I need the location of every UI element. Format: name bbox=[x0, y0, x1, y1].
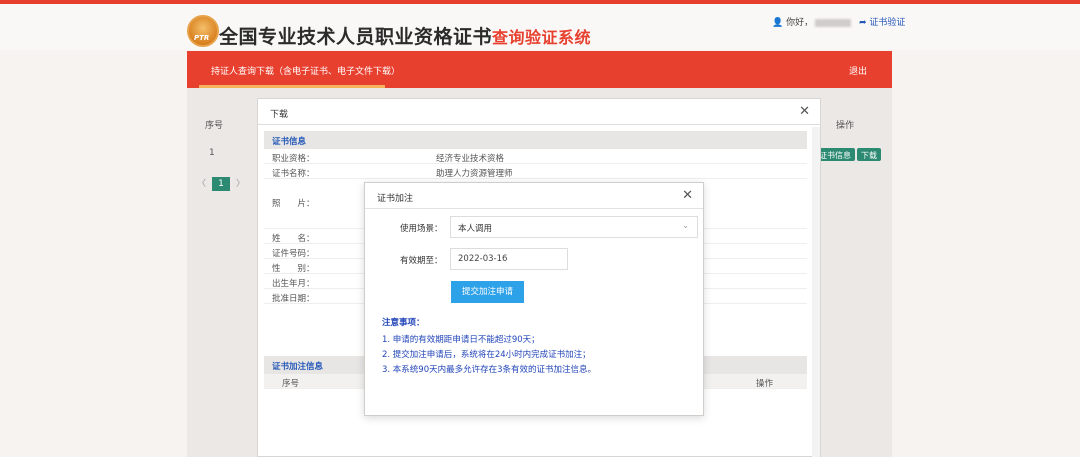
scene-select-value: 本人调用 bbox=[458, 224, 493, 234]
info-label: 证书名称： bbox=[272, 169, 315, 179]
chevron-down-icon: ⌄ bbox=[682, 221, 689, 230]
annot-col-seq: 序号 bbox=[282, 379, 300, 389]
info-label: 职业资格： bbox=[272, 154, 315, 164]
tab-holder-download-label: 持证人查询下载（含电子证书、电子文件下载） bbox=[211, 67, 401, 77]
info-value: 助理人力资源管理师 bbox=[436, 169, 513, 179]
exit-link[interactable]: 退出 bbox=[849, 64, 867, 77]
table-header-op: 操作 bbox=[836, 121, 855, 131]
logo-text: PTR bbox=[194, 34, 210, 42]
pagination: 〈 1 〉 bbox=[197, 176, 245, 191]
info-label: 照 片： bbox=[272, 199, 315, 209]
annot-col-op: 操作 bbox=[756, 379, 774, 389]
pager-next[interactable]: 〉 bbox=[236, 179, 245, 189]
info-label: 证件号码： bbox=[272, 249, 315, 259]
scene-label: 使用场景： bbox=[400, 224, 443, 234]
info-label: 姓 名： bbox=[272, 234, 315, 244]
scene-select[interactable]: 本人调用 ⌄ bbox=[450, 216, 698, 238]
table-cell-seq: 1 bbox=[209, 148, 215, 158]
info-row: 职业资格： 经济专业技术资格 bbox=[264, 149, 807, 164]
note-item: 3. 本系统90天内最多允许存在3条有效的证书加注信息。 bbox=[382, 365, 597, 375]
info-value: 经济专业技术资格 bbox=[436, 154, 505, 164]
info-label: 性 别： bbox=[272, 264, 315, 274]
user-icon: 👤 bbox=[772, 18, 784, 28]
site-title-red: 查询验证系统 bbox=[492, 28, 592, 47]
pager-current-page[interactable]: 1 bbox=[212, 177, 231, 191]
download-dialog-title: 下载 bbox=[270, 110, 289, 120]
username-redacted bbox=[815, 18, 852, 27]
annotation-dialog-header: 证书加注 ✕ bbox=[365, 183, 703, 209]
verify-link-label: 证书验证 bbox=[869, 18, 906, 28]
site-title-main: 全国专业技术人员职业资格证书 bbox=[219, 26, 493, 48]
download-button[interactable]: 下载 bbox=[857, 148, 881, 161]
cert-info-button[interactable]: 证书信息 bbox=[815, 148, 855, 161]
tab-holder-download[interactable]: 持证人查询下载（含电子证书、电子文件下载） bbox=[199, 51, 412, 88]
greeting-text: 你好， bbox=[786, 18, 814, 28]
note-item: 2. 提交加注申请后，系统将在24小时内完成证书加注； bbox=[382, 350, 591, 360]
info-label: 出生年月： bbox=[272, 279, 315, 289]
submit-annotation-button[interactable]: 提交加注申请 bbox=[451, 281, 524, 303]
expire-date-input[interactable]: 2022-03-16 bbox=[450, 248, 568, 270]
annotation-dialog: 证书加注 ✕ 使用场景： 本人调用 ⌄ 有效期至： 2022-03-16 提交加… bbox=[364, 182, 704, 416]
note-item: 1. 申请的有效期距申请日不能超过90天； bbox=[382, 335, 540, 345]
verify-link[interactable]: ➦ 证书验证 bbox=[859, 18, 905, 28]
close-icon[interactable]: ✕ bbox=[799, 104, 810, 119]
download-dialog-header: 下载 ✕ bbox=[258, 99, 820, 125]
table-header-seq: 序号 bbox=[205, 121, 224, 131]
notes-title: 注意事项： bbox=[382, 318, 425, 328]
pager-prev[interactable]: 〈 bbox=[197, 179, 206, 189]
share-arrow-icon: ➦ bbox=[858, 18, 867, 28]
site-header: PTR 全国专业技术人员职业资格证书查询验证系统 👤 你好， ➦ 证书验证 bbox=[0, 4, 1080, 50]
cert-info-section-title: 证书信息 bbox=[264, 131, 807, 149]
site-title: 全国专业技术人员职业资格证书查询验证系统 bbox=[219, 22, 591, 49]
user-bar: 👤 你好， ➦ 证书验证 bbox=[772, 15, 905, 28]
close-icon[interactable]: ✕ bbox=[682, 188, 693, 203]
dialog-scrollbar[interactable] bbox=[812, 127, 820, 457]
info-label: 批准日期： bbox=[272, 294, 315, 304]
logo: PTR bbox=[187, 15, 219, 47]
annotation-dialog-title: 证书加注 bbox=[377, 194, 414, 204]
expire-label: 有效期至： bbox=[400, 256, 443, 266]
info-row: 证书名称： 助理人力资源管理师 bbox=[264, 164, 807, 179]
main-nav: 持证人查询下载（含电子证书、电子文件下载） 退出 bbox=[187, 51, 892, 88]
